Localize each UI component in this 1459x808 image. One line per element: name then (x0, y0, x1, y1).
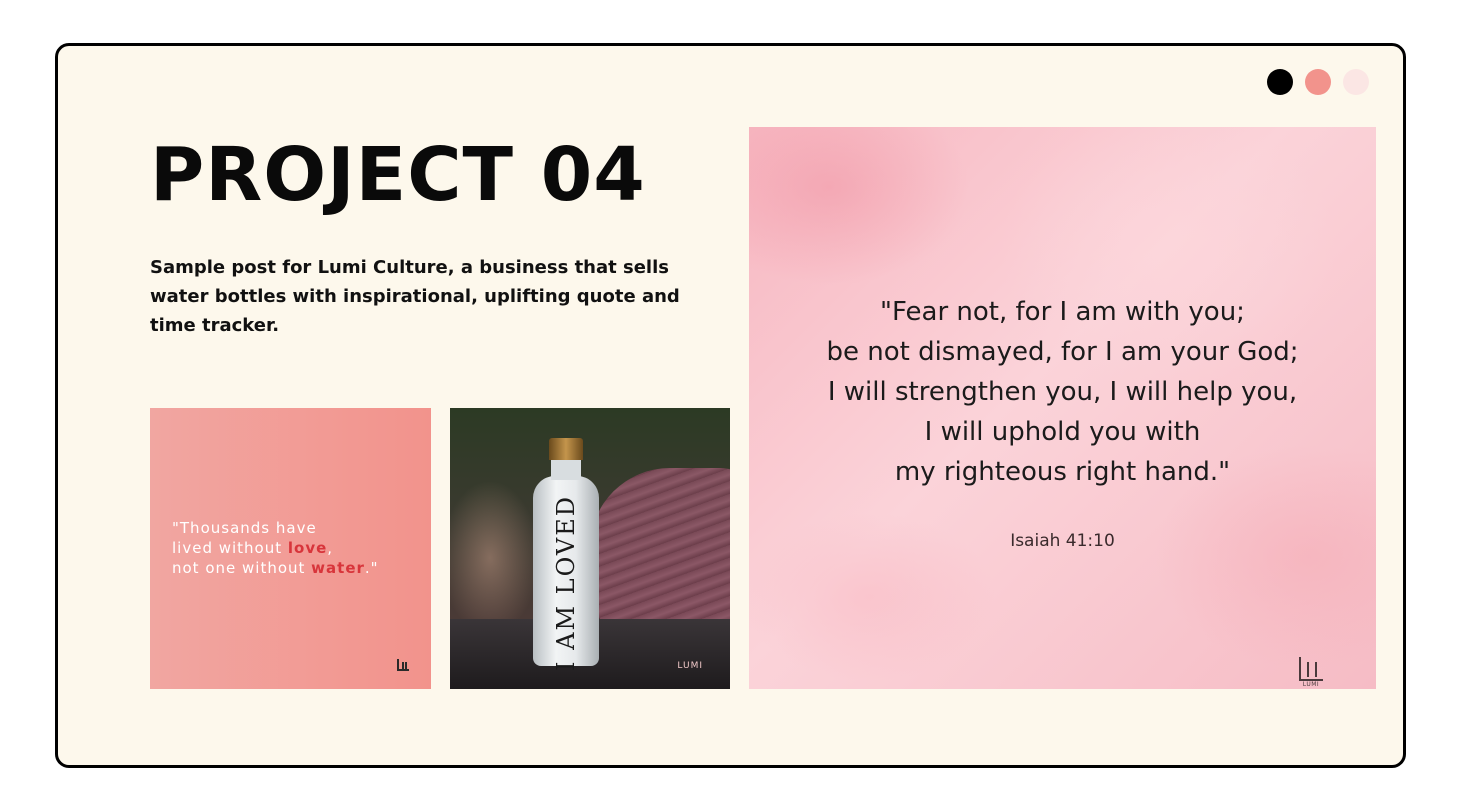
verse-line: my righteous right hand." (894, 457, 1231, 487)
quote-text: "Thousands have lived without love, not … (172, 518, 379, 578)
quote-line-1: "Thousands have (172, 519, 317, 537)
quote-post-image: "Thousands have lived without love, not … (150, 408, 431, 689)
window-dots (1267, 69, 1369, 95)
verse-text: "Fear not, for I am with you; be not dis… (749, 292, 1376, 492)
quote-line-3-prefix: not one without (172, 559, 312, 577)
verse-line: be not dismayed, for I am your God; (826, 337, 1299, 367)
water-bottle: I AM LOVED (533, 438, 599, 671)
bottle-brand: LUMI (677, 661, 703, 671)
verse-line: "Fear not, for I am with you; (880, 297, 1245, 327)
dot-pale-pink (1343, 69, 1369, 95)
lumi-logo-icon: LUMI (1298, 657, 1324, 689)
quote-line-2-prefix: lived without (172, 539, 288, 557)
quote-line-3: not one without water." (172, 558, 379, 578)
bottle-text: I AM LOVED (552, 495, 580, 671)
quote-highlight-water: water (311, 559, 365, 577)
verse-line: I will strengthen you, I will help you, (827, 377, 1298, 407)
project-description: Sample post for Lumi Culture, a business… (150, 257, 680, 336)
dot-coral (1305, 69, 1331, 95)
verse-reference: Isaiah 41:10 (1010, 531, 1115, 551)
verse-brand: LUMI (1302, 681, 1320, 688)
verse-post-image: "Fear not, for I am with you; be not dis… (749, 127, 1376, 689)
bottle-neck (551, 460, 581, 480)
bottle-label: I AM LOVED (552, 495, 580, 671)
verse-line: I will uphold you with (924, 417, 1201, 447)
quote-line-2: lived without love, (172, 538, 379, 558)
lumi-mark (1299, 657, 1323, 681)
quote-highlight-love: love (287, 539, 328, 557)
bottle-post-image: I AM LOVED LUMI (450, 408, 730, 689)
dot-black (1267, 69, 1293, 95)
project-title: PROJECT 04 (150, 132, 646, 218)
quote-line-2-suffix: , (327, 539, 334, 557)
bottle-cap (549, 438, 583, 460)
quote-line-3-suffix: ." (364, 559, 379, 577)
project-card: PROJECT 04 Sample post for Lumi Culture,… (55, 43, 1406, 768)
lumi-logo-icon (397, 659, 409, 671)
